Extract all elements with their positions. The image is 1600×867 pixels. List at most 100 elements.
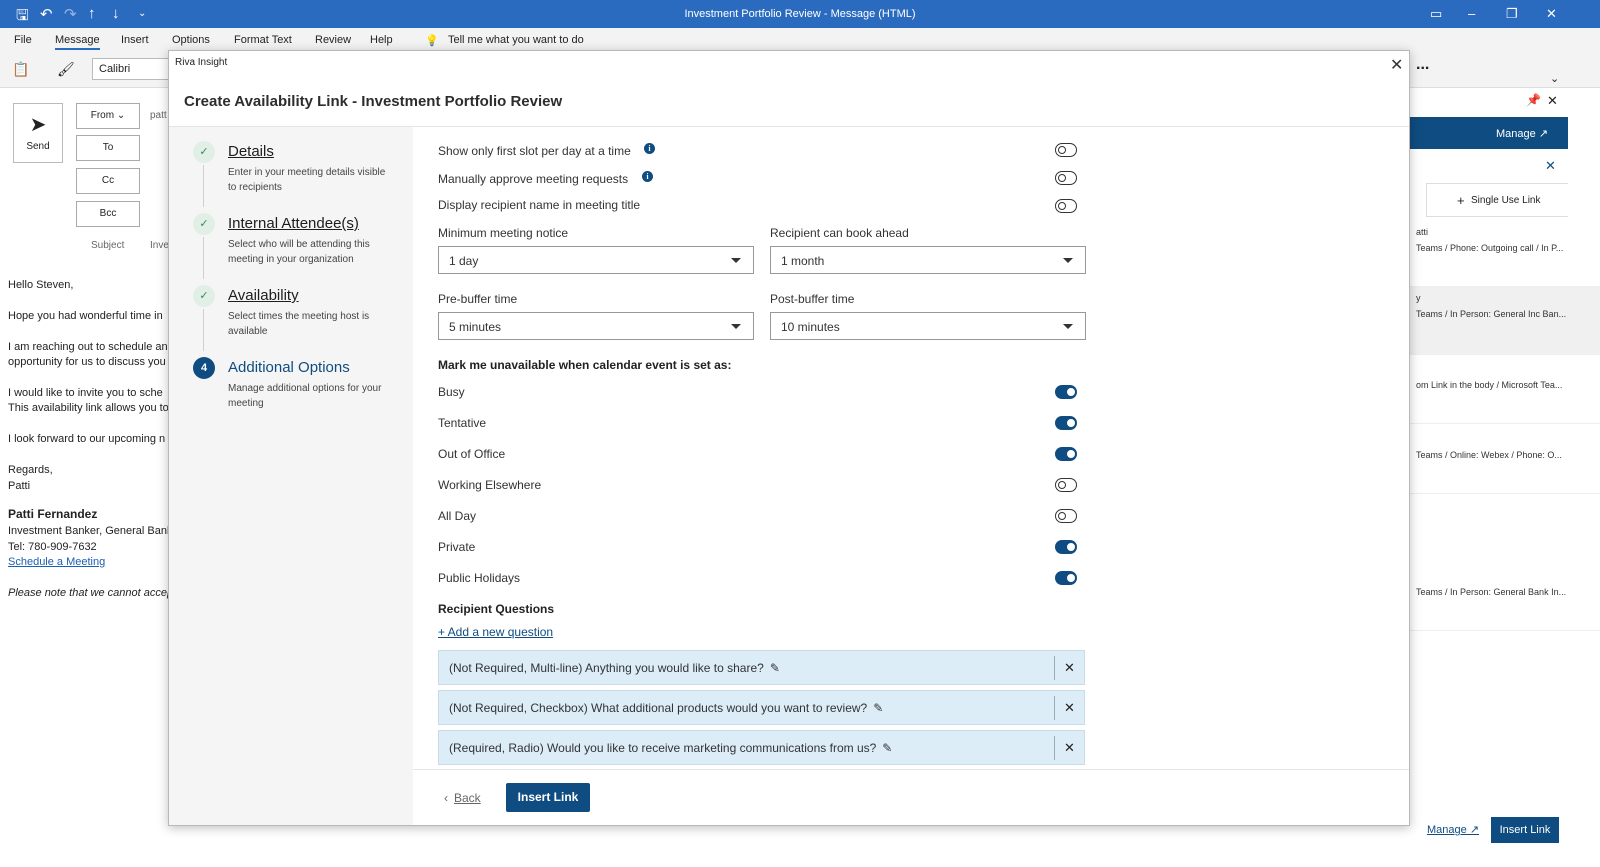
all-day-toggle[interactable] (1055, 509, 1077, 523)
info-icon[interactable]: i (642, 171, 653, 182)
caret-down-icon (731, 324, 741, 329)
email-line: opportunity for us to discuss you (8, 356, 166, 368)
step-title[interactable]: Internal Attendee(s) (228, 215, 359, 232)
step-title[interactable]: Details (228, 143, 274, 160)
step-connector (203, 237, 204, 279)
panel-insert-link-button[interactable]: Insert Link (1491, 817, 1559, 843)
menu-insert[interactable]: Insert (121, 34, 149, 46)
question-text: (Not Required, Checkbox) What additional… (449, 701, 868, 715)
email-greeting: Hello Steven, (8, 279, 74, 291)
panel-footer-manage-link[interactable]: Manage ↗ (1427, 823, 1479, 836)
schedule-meeting-link[interactable]: Schedule a Meeting (8, 556, 105, 568)
tentative-toggle[interactable] (1055, 416, 1077, 430)
font-name-box[interactable]: Calibri (92, 58, 172, 80)
public-holidays-toggle[interactable] (1055, 571, 1077, 585)
caret-down-icon (1063, 258, 1073, 263)
step-title[interactable]: Availability (228, 287, 299, 304)
panel-list-item[interactable]: y Teams / In Person: General Inc Ban... (1410, 287, 1600, 355)
step-description: Enter in your meeting details visible to… (228, 167, 386, 193)
panel-list-item[interactable]: om Link in the body / Microsoft Tea... (1410, 376, 1600, 424)
menu-options[interactable]: Options (172, 34, 210, 46)
bcc-button[interactable]: Bcc (76, 201, 140, 227)
menu-review[interactable]: Review (315, 34, 351, 46)
menu-help[interactable]: Help (370, 34, 393, 46)
to-button[interactable]: To (76, 135, 140, 161)
menu-bar: File Message Insert Options Format Text … (0, 28, 1600, 52)
status-label: Public Holidays (438, 571, 521, 585)
post-buffer-label: Post-buffer time (770, 292, 855, 306)
working-elsewhere-toggle[interactable] (1055, 478, 1077, 492)
menu-format-text[interactable]: Format Text (234, 34, 292, 46)
question-text: (Required, Radio) Would you like to rece… (449, 741, 877, 755)
min-notice-select[interactable]: 1 day (438, 246, 754, 274)
remove-question-icon[interactable]: ✕ (1054, 736, 1084, 760)
manual-approve-toggle[interactable] (1055, 171, 1077, 185)
panel-list-item[interactable]: atti Teams / Phone: Outgoing call / In P… (1410, 225, 1600, 287)
check-icon: ✓ (193, 213, 215, 235)
first-slot-label: Show only first slot per day at a time (438, 144, 631, 158)
edit-pencil-icon[interactable]: ✎ (882, 741, 892, 755)
private-toggle[interactable] (1055, 540, 1077, 554)
busy-toggle[interactable] (1055, 385, 1077, 399)
subject-field[interactable]: Inve (150, 240, 169, 251)
panel-list-item[interactable]: Teams / Online: Webex / Phone: O... (1410, 446, 1600, 494)
ribbon-display-icon[interactable]: ▭ (1430, 6, 1442, 22)
tell-me-search[interactable]: Tell me what you want to do (448, 34, 584, 46)
step-title: Additional Options (228, 359, 350, 376)
first-slot-toggle[interactable] (1055, 143, 1077, 157)
email-line: Hope you had wonderful time in (8, 310, 163, 322)
menu-message[interactable]: Message (55, 34, 100, 50)
more-icon[interactable]: ... (1416, 56, 1429, 74)
search-clear-icon[interactable]: ✕ (1545, 158, 1556, 174)
edit-pencil-icon[interactable]: ✎ (770, 661, 780, 675)
post-buffer-value: 10 minutes (781, 320, 840, 334)
question-text: (Not Required, Multi-line) Anything you … (449, 661, 764, 675)
panel-close-icon[interactable]: ✕ (1547, 93, 1558, 109)
title-bar: 🖫 ↶ ↷ ↑ ↓ ⌄ Investment Portfolio Review … (0, 0, 1600, 28)
send-button[interactable]: ➤ Send (13, 103, 63, 163)
status-label: Busy (438, 385, 465, 399)
pre-buffer-select[interactable]: 5 minutes (438, 312, 754, 340)
lightbulb-icon: 💡 (425, 35, 439, 47)
unavailable-heading: Mark me unavailable when calendar event … (438, 358, 732, 372)
email-line: I am reaching out to schedule an (8, 341, 168, 353)
collapse-ribbon-icon[interactable]: ⌄ (1550, 72, 1559, 85)
from-field[interactable]: patt (150, 110, 167, 121)
from-label: From (90, 110, 115, 121)
dialog-title: Create Availability Link - Investment Po… (184, 93, 563, 110)
restore-icon[interactable]: ❐ (1506, 6, 1518, 22)
external-link-icon: ↗ (1538, 128, 1549, 140)
format-painter-icon[interactable]: 🖌 (57, 61, 75, 78)
post-buffer-select[interactable]: 10 minutes (770, 312, 1086, 340)
signature-tel: Tel: 780-909-7632 (8, 541, 97, 553)
step-description: Select times the meeting host is availab… (228, 311, 370, 337)
panel-item-name: atti (1416, 227, 1429, 237)
remove-question-icon[interactable]: ✕ (1054, 696, 1084, 720)
edit-pencil-icon[interactable]: ✎ (873, 701, 883, 715)
insert-link-button[interactable]: Insert Link (506, 783, 590, 812)
email-disclaimer: Please note that we cannot accep (8, 587, 174, 599)
menu-file[interactable]: File (14, 34, 32, 46)
single-use-link-button[interactable]: + Single Use Link (1426, 183, 1568, 217)
cc-button[interactable]: Cc (76, 168, 140, 194)
from-button[interactable]: From ⌄ (76, 103, 140, 129)
signature-name: Patti Fernandez (8, 507, 98, 521)
panel-list-item[interactable]: Teams / In Person: General Bank In... (1410, 583, 1600, 631)
back-button[interactable]: ‹ Back (444, 791, 481, 805)
book-ahead-select[interactable]: 1 month (770, 246, 1086, 274)
out-of-office-toggle[interactable] (1055, 447, 1077, 461)
remove-question-icon[interactable]: ✕ (1054, 656, 1084, 680)
panel-manage-button[interactable]: Manage ↗ (1496, 127, 1548, 140)
display-name-toggle[interactable] (1055, 199, 1077, 213)
info-icon[interactable]: i (644, 143, 655, 154)
pin-icon[interactable]: 📌 (1526, 93, 1541, 107)
window-close-icon[interactable]: ✕ (1546, 6, 1557, 22)
paste-icon[interactable]: 📋 (12, 61, 29, 78)
panel-item-detail: om Link in the body / Microsoft Tea... (1416, 380, 1563, 390)
minimize-icon[interactable]: – (1468, 6, 1475, 21)
status-label: All Day (438, 509, 477, 523)
dialog-close-icon[interactable]: ✕ (1390, 55, 1403, 75)
panel-item-detail: Teams / Phone: Outgoing call / In P... (1416, 243, 1564, 253)
step-description: Manage additional options for your meeti… (228, 383, 382, 409)
add-question-link[interactable]: + Add a new question (438, 625, 553, 639)
